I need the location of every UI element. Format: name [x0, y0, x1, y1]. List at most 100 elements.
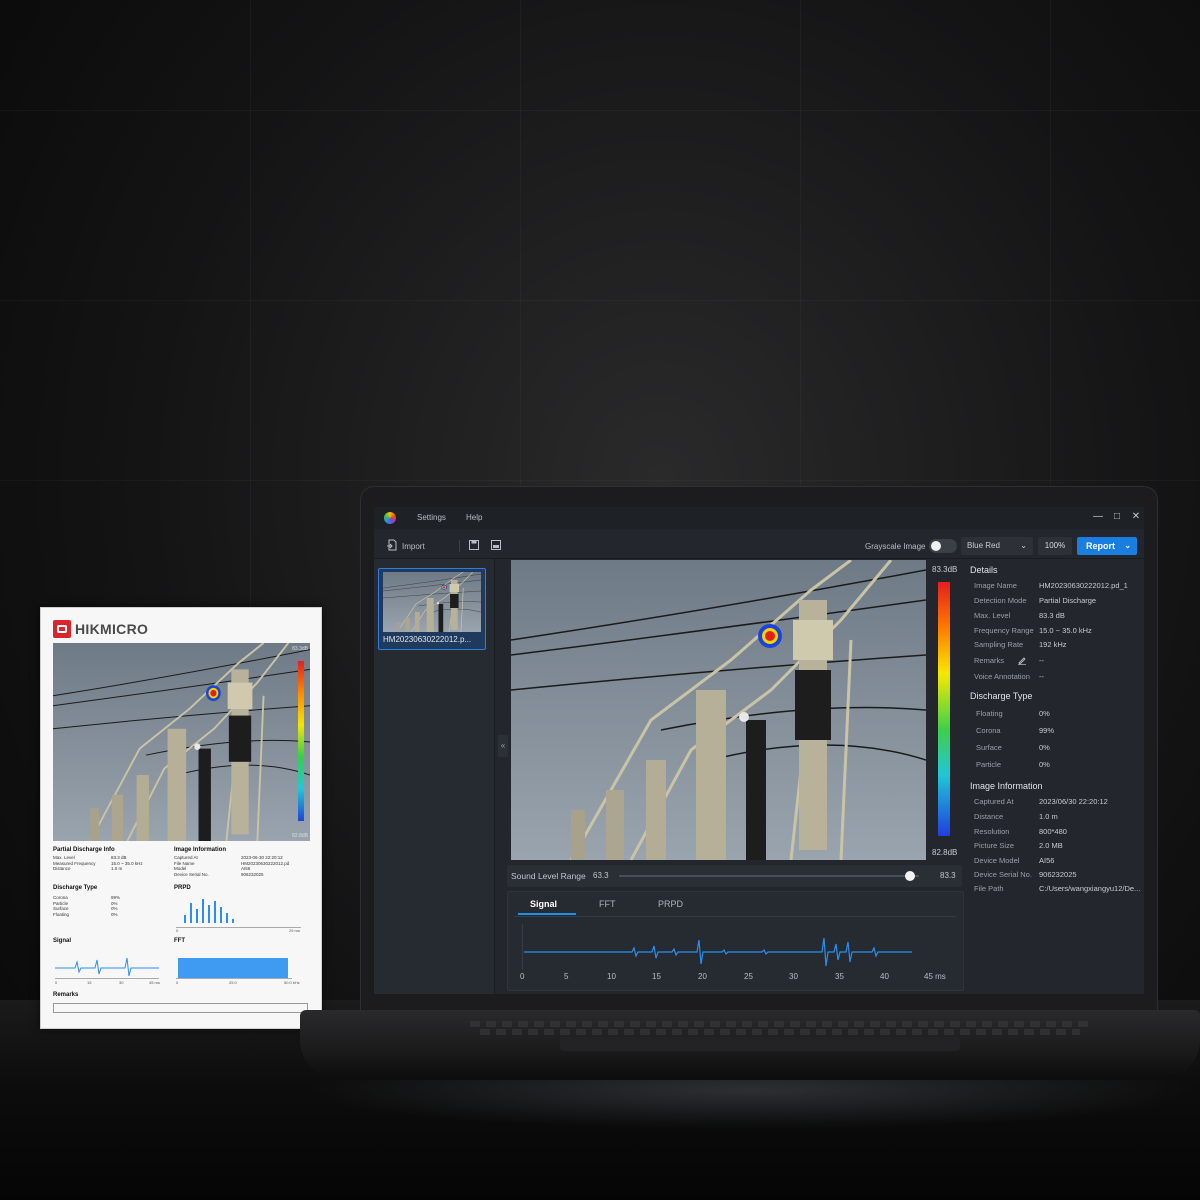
report-dt-title: Discharge Type — [53, 885, 98, 891]
maximize-icon[interactable]: □ — [1111, 511, 1123, 522]
title-bar: Settings Help — □ ✕ — [374, 507, 1144, 529]
detail-value: -- — [1039, 656, 1044, 665]
image-info-value: 1.0 m — [1039, 812, 1058, 821]
keyboard-row — [470, 1021, 1090, 1027]
detail-key: Remarks — [974, 656, 1005, 665]
thumbnail-item[interactable]: HM20230630222012.p... — [378, 568, 486, 650]
report-signal-title: Signal — [53, 938, 72, 944]
detail-key: Max. Level — [974, 611, 1011, 620]
discharge-key: Surface — [976, 743, 1002, 752]
report-button[interactable]: Report ⌄ — [1077, 537, 1137, 555]
collapse-panel-icon[interactable]: « — [498, 735, 508, 757]
detail-key: Detection Mode — [974, 596, 1027, 605]
image-info-value: 2.0 MB — [1039, 841, 1063, 850]
image-info-key: Captured At — [974, 797, 1014, 806]
image-info-value: 800*480 — [1039, 827, 1067, 836]
sound-level-range: Sound Level Range 63.3 83.3 — [507, 865, 962, 887]
chevron-down-icon: ⌄ — [1020, 541, 1027, 550]
report-fft-plot — [176, 958, 292, 979]
image-viewer[interactable] — [511, 560, 926, 860]
trackpad — [560, 1037, 960, 1051]
report-ii-value: 906232025 — [241, 871, 264, 877]
detail-key: Frequency Range — [974, 626, 1034, 635]
close-icon[interactable]: ✕ — [1130, 511, 1142, 522]
sound-level-min: 63.3 — [593, 871, 609, 880]
menu-settings[interactable]: Settings — [417, 513, 446, 522]
details-panel: Details Image Name HM20230630222012.pd_1… — [964, 559, 1144, 994]
printed-report: HIKMICRO 83.3dB 82.8dB Partial Discharge… — [40, 607, 322, 1029]
detail-key: Sampling Rate — [974, 640, 1024, 649]
thumbnail-image — [383, 572, 481, 632]
report-pd-value: 1.0 m — [111, 866, 123, 871]
image-info-key: Device Model — [974, 856, 1020, 865]
palette-value: Blue Red — [967, 541, 1000, 550]
detail-value: 15.0 ~ 35.0 kHz — [1039, 626, 1092, 635]
detail-value: 83.3 dB — [1039, 611, 1065, 620]
detail-key: Image Name — [974, 581, 1017, 590]
tab-signal[interactable]: Signal — [530, 899, 557, 909]
report-prpd-axis-end: 25 ms — [289, 928, 300, 933]
discharge-key: Floating — [976, 709, 1003, 718]
report-scale-min: 82.8dB — [292, 833, 308, 839]
app-window: Settings Help — □ ✕ Import Grayscale Ima… — [374, 507, 1144, 994]
grayscale-toggle[interactable] — [929, 539, 957, 553]
import-icon[interactable] — [386, 539, 398, 551]
sound-level-handle[interactable] — [905, 871, 915, 881]
report-button-label: Report — [1086, 541, 1115, 551]
sound-level-label: Sound Level Range — [511, 871, 586, 881]
report-pd-info: Max. Level 83.3 dB Measured Frequency 15.0… — [53, 855, 143, 872]
report-signal-axis-1: 15 — [87, 980, 92, 985]
image-info-key: Resolution — [974, 827, 1010, 836]
save-icon[interactable] — [468, 539, 480, 551]
toolbar: Import Grayscale Image Blue Red ⌄ 100% R… — [374, 534, 1144, 559]
image-info-title: Image Information — [970, 781, 1043, 791]
details-title: Details — [970, 565, 998, 575]
thumbnail-caption: HM20230630222012.p... — [383, 635, 472, 644]
edit-remarks-icon[interactable] — [1017, 655, 1027, 665]
active-tab-indicator — [518, 913, 576, 915]
x-tick: 15 — [652, 972, 661, 981]
color-scale: 83.3dB 82.8dB — [928, 560, 964, 860]
report-signal-axis-2: 30 — [119, 980, 124, 985]
x-tick: 35 — [835, 972, 844, 981]
report-pd-title: Partial Discharge Info — [53, 847, 115, 853]
color-scale-min: 82.8dB — [932, 848, 958, 857]
discharge-key: Corona — [976, 726, 1001, 735]
report-dt-key: Floating — [53, 911, 70, 917]
tab-fft[interactable]: FFT — [599, 899, 616, 909]
report-fft-title: FFT — [174, 938, 185, 944]
image-info-value: 906232025 — [1039, 870, 1077, 879]
toggle-knob — [931, 541, 941, 551]
discharge-value: 0% — [1039, 760, 1050, 769]
color-scale-max: 83.3dB — [932, 565, 958, 574]
image-info-value[interactable]: C:/Users/wangxiangyu12/De... — [1039, 884, 1140, 893]
image-info-key: Device Serial No. — [974, 870, 1032, 879]
app-logo-icon — [384, 512, 396, 524]
color-scale-bar — [938, 582, 950, 836]
report-remarks-title: Remarks — [53, 992, 79, 998]
hikmicro-logo: HIKMICRO — [53, 620, 148, 638]
minimize-icon[interactable]: — — [1092, 511, 1104, 522]
palette-select[interactable]: Blue Red ⌄ — [961, 537, 1033, 555]
tab-prpd[interactable]: PRPD — [658, 899, 683, 909]
tab-divider — [514, 916, 956, 917]
report-fft-axis-1: 25.0 — [229, 980, 237, 985]
report-thermal-image: 83.3dB 82.8dB — [53, 643, 310, 841]
detail-key: Voice Annotation — [974, 672, 1030, 681]
grayscale-label: Grayscale Image — [865, 542, 926, 551]
report-prpd-plot — [176, 899, 301, 928]
detail-value: Partial Discharge — [1039, 596, 1097, 605]
report-pd-key: Distance — [53, 866, 71, 871]
menu-help[interactable]: Help — [466, 513, 482, 522]
x-tick: 10 — [607, 972, 616, 981]
import-button[interactable]: Import — [402, 542, 425, 551]
x-tick: 30 — [789, 972, 798, 981]
keyboard-row — [480, 1029, 1080, 1035]
x-tick: 45 ms — [924, 972, 946, 981]
report-fft-axis-0: 0 — [176, 980, 179, 985]
zoom-level[interactable]: 100% — [1038, 537, 1072, 555]
save-all-icon[interactable] — [490, 539, 502, 551]
toolbar-divider — [459, 540, 460, 552]
sound-level-track[interactable] — [619, 875, 919, 877]
x-tick: 40 — [880, 972, 889, 981]
